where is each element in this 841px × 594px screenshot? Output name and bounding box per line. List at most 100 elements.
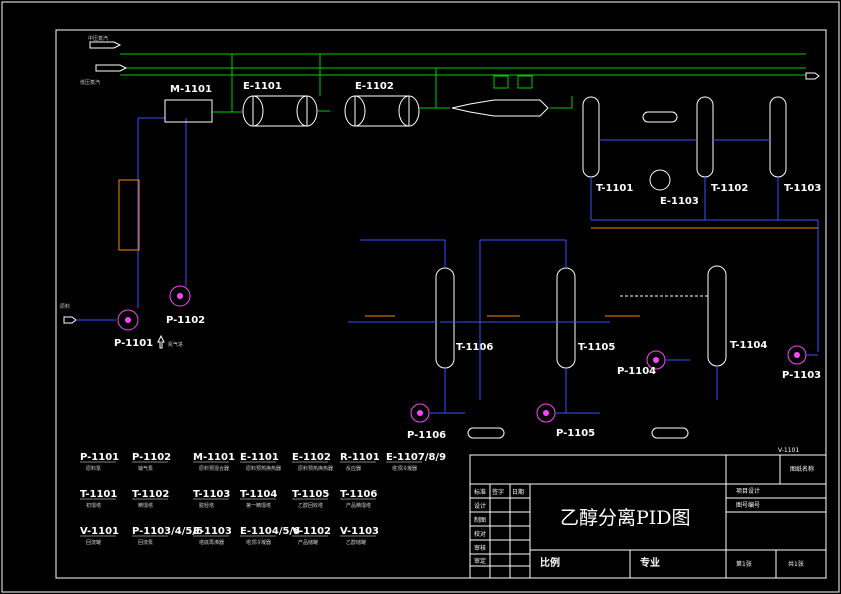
role-design: 设计 bbox=[474, 502, 486, 510]
steam-out-arrow bbox=[805, 72, 820, 80]
legend-desc: 反应器 bbox=[346, 465, 361, 472]
nitrogen-arrow bbox=[157, 334, 165, 349]
e1103-reboiler bbox=[649, 169, 671, 191]
p1105-label: P-1105 bbox=[556, 428, 595, 439]
role-check: 校对 bbox=[474, 530, 486, 538]
e1102-exchanger bbox=[354, 95, 410, 127]
lp-steam-label: 低压蒸汽 bbox=[80, 79, 100, 86]
name-box: 图纸名称 bbox=[790, 465, 814, 473]
col-date: 日期 bbox=[512, 488, 524, 496]
legend-desc: 塔顶冷凝器 bbox=[392, 465, 417, 472]
preheat-train: M-1101 E-1101 E-1102 bbox=[164, 54, 573, 127]
drawing-title: 乙醇分离PID图 bbox=[560, 507, 691, 529]
p1101-label: P-1101 bbox=[114, 338, 153, 349]
role-review: 审核 bbox=[474, 544, 486, 552]
t1105-column bbox=[556, 267, 576, 369]
equipment-legend: P-1101 原料泵 P-1102 输气泵 M-1101 原料预混合器 E-1101 原料预热… bbox=[80, 452, 446, 546]
legend-tag: E-1101 bbox=[240, 452, 279, 463]
legend-tag: T-1101 bbox=[80, 489, 117, 500]
nitrogen-label: 氮气进 bbox=[168, 341, 183, 348]
legend-desc: 乙醇回收塔 bbox=[298, 502, 323, 509]
feed-arrow bbox=[63, 316, 77, 324]
legend-desc: 塔底再沸器 bbox=[199, 539, 224, 546]
t1101-label: T-1101 bbox=[596, 183, 633, 194]
m1101-mixer bbox=[164, 99, 213, 123]
legend-tag: E-1103 bbox=[193, 526, 232, 537]
role-approve: 审定 bbox=[474, 557, 486, 565]
project-design: 项目设计 bbox=[736, 487, 760, 495]
bottom-columns: T-1106 T-1105 T-1104 P-1106 P-1105 P-110… bbox=[348, 239, 821, 441]
mp-steam-label: 中压蒸汽 bbox=[88, 35, 108, 42]
p1106-label: P-1106 bbox=[407, 430, 446, 441]
e1101-label: E-1101 bbox=[243, 81, 282, 92]
legend-desc: 回流罐 bbox=[86, 539, 101, 546]
steam-headers: 中压蒸汽 低压蒸汽 bbox=[80, 35, 820, 86]
feed-section: 原料 P-1101 P-1102 氮气进 bbox=[60, 117, 205, 349]
p1103-label: P-1103 bbox=[782, 370, 821, 381]
legend-tag: T-1102 bbox=[132, 489, 169, 500]
legend-desc: 塔顶冷凝器 bbox=[246, 539, 271, 546]
v1105-drum bbox=[651, 427, 689, 439]
p1102-label: P-1102 bbox=[166, 315, 205, 326]
drawing-no: 图号编号 bbox=[736, 501, 760, 509]
v1104-drum bbox=[467, 427, 505, 439]
mp-steam-arrow bbox=[89, 41, 122, 49]
t1106-column bbox=[435, 267, 455, 369]
legend-desc: 脱轻塔 bbox=[199, 502, 214, 509]
r1101-reactor bbox=[451, 99, 549, 117]
t1102-column bbox=[696, 96, 714, 178]
legend-tag: T-1105 bbox=[292, 489, 329, 500]
legend-tag: T-1104 bbox=[240, 489, 277, 500]
legend-tag: E-1107/8/9 bbox=[386, 452, 446, 463]
ratio-label: 比例 bbox=[540, 556, 560, 569]
t1104-label: T-1104 bbox=[730, 340, 767, 351]
p1104-label: P-1104 bbox=[617, 366, 656, 377]
legend-tag: P-1102 bbox=[132, 452, 171, 463]
title-block: 标准 签字 日期 设计 制图 校对 审核 审定 乙醇分离PID图 比例 专业 项… bbox=[469, 447, 827, 579]
pid-drawing: 中压蒸汽 低压蒸汽 原料 P-1101 P-1102 氮气进 M-1101 E-… bbox=[1, 1, 840, 593]
e1102-label: E-1102 bbox=[355, 81, 394, 92]
t1101-column bbox=[582, 96, 600, 178]
legend-tag: T-1106 bbox=[340, 489, 377, 500]
major-label: 专业 bbox=[640, 556, 660, 569]
orange-loop bbox=[118, 179, 140, 251]
legend-desc: 产品储罐 bbox=[298, 539, 318, 546]
t1106-label: T-1106 bbox=[456, 342, 493, 353]
col-sign: 签字 bbox=[492, 488, 504, 496]
t1103-column bbox=[769, 96, 787, 178]
legend-tag: V-1103 bbox=[340, 526, 379, 537]
legend-tag: V-1102 bbox=[292, 526, 331, 537]
lp-steam-arrow bbox=[95, 64, 128, 72]
legend-tag: V-1101 bbox=[80, 526, 119, 537]
legend-desc: 输气泵 bbox=[138, 465, 153, 472]
top-columns: T-1101 T-1102 T-1103 E-1103 bbox=[582, 96, 821, 352]
legend-desc: 乙醇储罐 bbox=[346, 539, 366, 546]
legend-desc: 原料预热换热器 bbox=[246, 465, 281, 472]
total-label: 共1张 bbox=[788, 560, 804, 568]
t1104-column bbox=[707, 265, 727, 367]
legend-desc: 初馏塔 bbox=[86, 502, 101, 509]
sheet-label: 第1张 bbox=[736, 560, 752, 568]
legend-desc: 原料预混合器 bbox=[199, 465, 229, 472]
legend-tag: R-1101 bbox=[340, 452, 380, 463]
legend-tag: T-1103 bbox=[193, 489, 230, 500]
e1103-label: E-1103 bbox=[660, 196, 699, 207]
feed-label: 原料 bbox=[60, 303, 70, 310]
legend-desc: 原料泵 bbox=[86, 465, 101, 472]
t1105-label: T-1105 bbox=[578, 342, 615, 353]
v1101-drum bbox=[642, 111, 678, 123]
drawing-border bbox=[55, 29, 827, 579]
outer-frame bbox=[1, 1, 840, 593]
version-label: V-1101 bbox=[778, 447, 799, 454]
legend-desc: 第一精馏塔 bbox=[246, 502, 271, 509]
legend-desc: 精馏塔 bbox=[138, 502, 153, 509]
t1102-label: T-1102 bbox=[711, 183, 748, 194]
legend-tag: M-1101 bbox=[193, 452, 235, 463]
e1101-exchanger bbox=[252, 95, 308, 127]
legend-tag: P-1101 bbox=[80, 452, 119, 463]
legend-tag: E-1102 bbox=[292, 452, 331, 463]
t1103-label: T-1103 bbox=[784, 183, 821, 194]
m1101-label: M-1101 bbox=[170, 84, 212, 95]
legend-desc: 产品精馏塔 bbox=[346, 502, 371, 509]
legend-desc: 回流泵 bbox=[138, 539, 153, 546]
